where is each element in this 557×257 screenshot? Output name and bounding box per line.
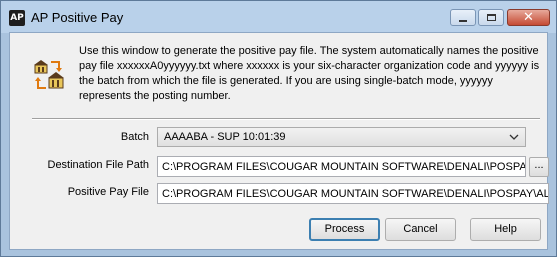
batch-label: Batch [120,131,149,143]
title-bar[interactable]: AP AP Positive Pay ✕ [1,1,556,33]
minimize-icon [459,19,467,22]
close-button[interactable]: ✕ [507,9,550,26]
process-button[interactable]: Process [309,218,380,241]
maximize-icon [486,14,496,21]
close-icon: ✕ [523,10,534,25]
batch-select-value: AAAABA - SUP 10:01:39 [164,131,286,143]
file-transfer-icon [34,60,64,89]
positive-pay-file-label: Positive Pay File [67,186,149,198]
cancel-button[interactable]: Cancel [385,218,456,241]
minimize-button[interactable] [450,9,476,26]
dialog-body: Use this window to generate the positive… [9,32,549,250]
destination-file-path-label: Destination File Path [47,159,150,171]
help-button[interactable]: Help [470,218,541,241]
positive-pay-file-value: C:\PROGRAM FILES\COUGAR MOUNTAIN SOFTWAR… [162,188,549,200]
destination-file-path-field[interactable]: C:\PROGRAM FILES\COUGAR MOUNTAIN SOFTWAR… [157,156,526,177]
ap-positive-pay-window: AP AP Positive Pay ✕ Use this window to … [0,0,557,257]
info-text: Use this window to generate the positive… [79,45,540,102]
maximize-button[interactable] [478,9,504,26]
chevron-down-icon [509,134,519,140]
browse-button[interactable]: ... [529,157,549,177]
app-icon: AP [9,10,25,26]
divider [32,118,540,120]
positive-pay-file-field[interactable]: C:\PROGRAM FILES\COUGAR MOUNTAIN SOFTWAR… [157,183,549,204]
batch-select[interactable]: AAAABA - SUP 10:01:39 [157,127,526,147]
destination-file-path-value: C:\PROGRAM FILES\COUGAR MOUNTAIN SOFTWAR… [162,161,526,173]
window-title: AP Positive Pay [31,10,124,25]
